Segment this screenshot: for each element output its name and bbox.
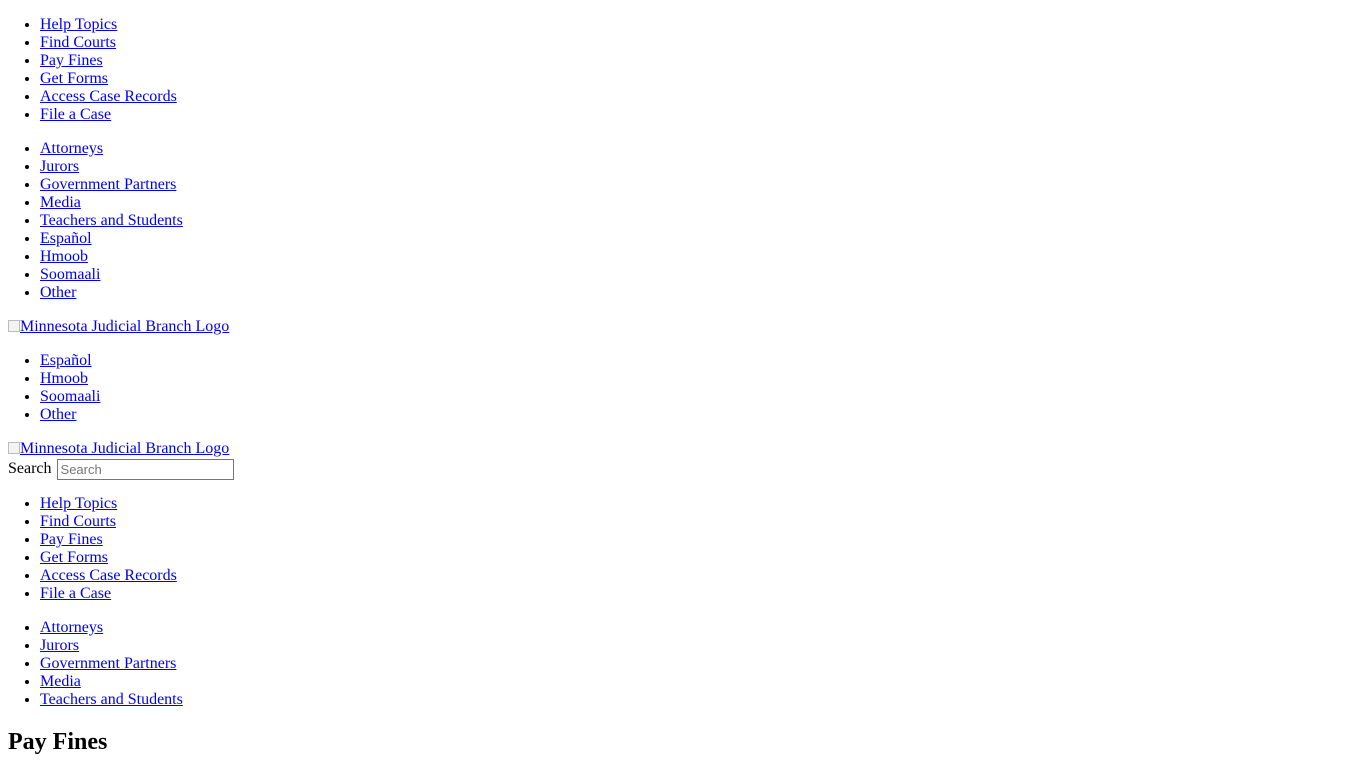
language-link-espanol[interactable]: Español <box>40 230 92 247</box>
nav-item-find-courts: Find Courts <box>40 34 177 52</box>
audience-nav: Attorneys Jurors Government Partners Med… <box>0 140 183 302</box>
main-nav-link-find-courts[interactable]: Find Courts <box>40 513 116 530</box>
audience-link-government-partners-2[interactable]: Government Partners <box>40 655 176 672</box>
logo-alt-text: Minnesota Judicial Branch Logo <box>20 318 230 335</box>
audience-item-teachers-students: Teachers and Students <box>40 212 183 230</box>
language-link-other-2[interactable]: Other <box>40 406 76 423</box>
main-nav-item-pay-fines: Pay Fines <box>40 531 177 549</box>
nav-link-find-courts[interactable]: Find Courts <box>40 34 116 51</box>
page-title: Pay Fines <box>8 729 108 755</box>
language-item-hmoob: Hmoob <box>40 248 183 266</box>
language-item-soomaali-2: Soomaali <box>40 388 100 406</box>
audience-link-media[interactable]: Media <box>40 194 81 211</box>
broken-image-icon <box>8 442 20 454</box>
main-nav-item-help-topics: Help Topics <box>40 495 177 513</box>
main-nav-link-help-topics[interactable]: Help Topics <box>40 495 117 512</box>
audience-item-media: Media <box>40 194 183 212</box>
nav-item-pay-fines: Pay Fines <box>40 52 177 70</box>
language-link-soomaali-2[interactable]: Soomaali <box>40 388 100 405</box>
main-nav-item-find-courts: Find Courts <box>40 513 177 531</box>
audience-item-media-2: Media <box>40 673 183 691</box>
language-item-other: Other <box>40 284 183 302</box>
language-link-espanol-2[interactable]: Español <box>40 352 92 369</box>
main-nav-link-get-forms[interactable]: Get Forms <box>40 549 108 566</box>
language-item-other-2: Other <box>40 406 100 424</box>
audience-link-government-partners[interactable]: Government Partners <box>40 176 176 193</box>
search-input[interactable] <box>56 458 234 480</box>
language-link-other[interactable]: Other <box>40 284 76 301</box>
audience-link-teachers-students[interactable]: Teachers and Students <box>40 212 183 229</box>
nav-link-pay-fines[interactable]: Pay Fines <box>40 52 103 69</box>
nav-item-access-case-records: Access Case Records <box>40 88 177 106</box>
top-nav: Help Topics Find Courts Pay Fines Get Fo… <box>0 16 177 124</box>
logo-alt-text-secondary: Minnesota Judicial Branch Logo <box>20 440 230 457</box>
audience-item-government-partners: Government Partners <box>40 176 183 194</box>
audience-item-teachers-students-2: Teachers and Students <box>40 691 183 709</box>
nav-item-get-forms: Get Forms <box>40 70 177 88</box>
language-link-soomaali[interactable]: Soomaali <box>40 266 100 283</box>
nav-item-file-a-case: File a Case <box>40 106 177 124</box>
main-nav-link-access-case-records[interactable]: Access Case Records <box>40 567 177 584</box>
audience-item-government-partners-2: Government Partners <box>40 655 183 673</box>
audience-link-media-2[interactable]: Media <box>40 673 81 690</box>
nav-item-help-topics: Help Topics <box>40 16 177 34</box>
main-nav-item-get-forms: Get Forms <box>40 549 177 567</box>
language-item-espanol-2: Español <box>40 352 100 370</box>
audience-item-jurors: Jurors <box>40 158 183 176</box>
audience-link-jurors[interactable]: Jurors <box>40 158 79 175</box>
nav-link-file-a-case[interactable]: File a Case <box>40 106 111 123</box>
search-label: Search <box>8 460 52 477</box>
language-item-soomaali: Soomaali <box>40 266 183 284</box>
audience-item-attorneys: Attorneys <box>40 140 183 158</box>
broken-image-icon <box>8 320 20 332</box>
nav-link-help-topics[interactable]: Help Topics <box>40 16 117 33</box>
logo-link-secondary[interactable]: Minnesota Judicial Branch Logo <box>8 440 229 458</box>
nav-link-access-case-records[interactable]: Access Case Records <box>40 88 177 105</box>
audience-nav-secondary: Attorneys Jurors Government Partners Med… <box>0 619 183 709</box>
logo-container-secondary: Minnesota Judicial Branch Logo <box>8 440 229 458</box>
audience-link-teachers-students-2[interactable]: Teachers and Students <box>40 691 183 708</box>
language-link-hmoob[interactable]: Hmoob <box>40 248 88 265</box>
main-nav-link-file-a-case[interactable]: File a Case <box>40 585 111 602</box>
logo-container: Minnesota Judicial Branch Logo <box>8 318 229 336</box>
audience-link-attorneys[interactable]: Attorneys <box>40 140 103 157</box>
language-link-hmoob-2[interactable]: Hmoob <box>40 370 88 387</box>
language-item-espanol: Español <box>40 230 183 248</box>
main-nav-item-file-a-case: File a Case <box>40 585 177 603</box>
audience-item-jurors-2: Jurors <box>40 637 183 655</box>
audience-link-jurors-2[interactable]: Jurors <box>40 637 79 654</box>
language-nav: Español Hmoob Soomaali Other <box>0 352 100 424</box>
main-nav-item-access-case-records: Access Case Records <box>40 567 177 585</box>
search-form: Search <box>8 458 234 480</box>
main-nav: Help Topics Find Courts Pay Fines Get Fo… <box>0 495 177 603</box>
main-nav-link-pay-fines[interactable]: Pay Fines <box>40 531 103 548</box>
audience-link-attorneys-2[interactable]: Attorneys <box>40 619 103 636</box>
language-item-hmoob-2: Hmoob <box>40 370 100 388</box>
logo-link[interactable]: Minnesota Judicial Branch Logo <box>8 318 229 336</box>
audience-item-attorneys-2: Attorneys <box>40 619 183 637</box>
nav-link-get-forms[interactable]: Get Forms <box>40 70 108 87</box>
